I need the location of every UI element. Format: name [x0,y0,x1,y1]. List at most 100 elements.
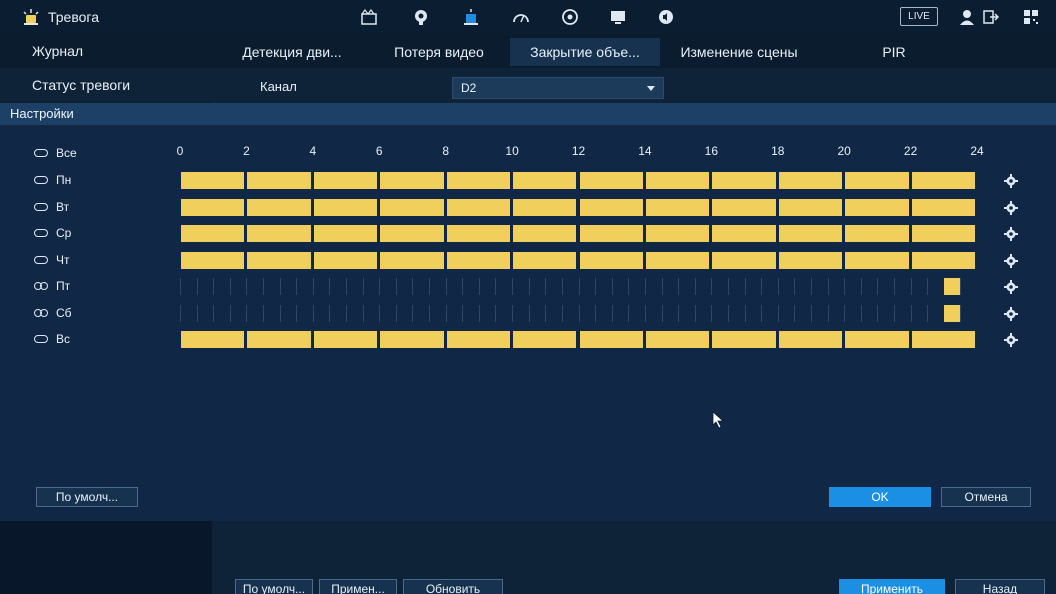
schedule-segment[interactable] [845,251,909,269]
schedule-segment[interactable] [380,331,444,348]
tab-motion-detection[interactable]: Детекция дви... [216,38,368,66]
schedule-slot-empty[interactable] [478,304,496,322]
schedule-segment[interactable] [446,198,511,216]
schedule-slot-empty[interactable] [644,304,662,322]
schedule-slot-empty[interactable] [694,278,712,295]
schedule-track[interactable] [180,198,977,216]
schedule-segment[interactable] [778,172,843,189]
schedule-track[interactable] [180,172,977,189]
gear-icon[interactable] [1004,174,1018,188]
ok-button[interactable]: OK [829,487,931,507]
schedule-segment[interactable] [181,225,245,242]
schedule-slot-empty[interactable] [678,304,695,322]
schedule-slot-empty[interactable] [595,278,612,295]
schedule-segment[interactable] [247,225,311,242]
schedule-slot-empty[interactable] [395,304,413,322]
schedule-slot-empty[interactable] [196,278,214,295]
schedule-segment[interactable] [380,251,444,269]
schedule-segment[interactable] [513,198,577,216]
schedule-track[interactable] [180,304,977,322]
schedule-segment[interactable] [513,225,577,242]
schedule-segment[interactable] [712,251,776,269]
schedule-segment[interactable] [778,251,843,269]
schedule-slot-empty[interactable] [512,304,529,322]
schedule-slot-empty[interactable] [744,304,762,322]
schedule-track[interactable] [180,278,977,295]
day-toggle[interactable]: Пн [34,173,71,187]
schedule-track[interactable] [180,251,977,269]
schedule-segment[interactable] [513,172,577,189]
gear-icon[interactable] [1004,253,1018,268]
schedule-slot-empty[interactable] [528,304,546,322]
tab-scene-change[interactable]: Изменение сцены [662,38,816,66]
schedule-slot-empty[interactable] [711,278,728,295]
schedule-slot-empty[interactable] [462,278,479,295]
tab-video-loss[interactable]: Потеря видео [372,38,506,66]
schedule-segment[interactable] [845,198,909,216]
day-toggle[interactable]: Ср [34,226,71,240]
schedule-slot-empty[interactable] [379,278,396,295]
live-button[interactable]: LIVE [900,7,938,26]
schedule-segment[interactable] [579,251,643,269]
schedule-slot-empty[interactable] [279,304,297,322]
schedule-slot-empty[interactable] [761,278,778,295]
day-toggle[interactable]: Чт [34,253,70,267]
schedule-slot-empty[interactable] [362,304,380,322]
gear-icon[interactable] [1004,306,1018,321]
schedule-segment[interactable] [712,198,776,216]
schedule-slot-empty[interactable] [960,278,977,295]
schedule-segment[interactable] [845,172,909,189]
schedule-slot-empty[interactable] [595,304,612,322]
alarm-icon[interactable] [460,6,482,28]
schedule-segment[interactable] [247,198,311,216]
schedule-slot-empty[interactable] [296,304,313,322]
schedule-segment[interactable] [181,198,245,216]
schedule-segment[interactable] [247,172,311,189]
tab-tampering[interactable]: Закрытие объе... [510,38,660,66]
schedule-slot-empty[interactable] [528,278,546,295]
schedule-segment[interactable] [579,198,643,216]
schedule-slot-empty[interactable] [844,304,861,322]
schedule-segment[interactable] [181,172,245,189]
schedule-segment[interactable] [513,251,577,269]
schedule-segment[interactable] [579,331,643,348]
camera-clapper-icon[interactable] [358,6,380,28]
schedule-segment[interactable] [313,198,378,216]
schedule-slot-empty[interactable] [777,278,795,295]
schedule-segment[interactable] [247,331,311,348]
ai-head-icon[interactable] [410,6,432,28]
schedule-segment[interactable] [181,331,245,348]
schedule-slot-empty[interactable] [810,278,828,295]
schedule-slot-empty[interactable] [180,278,197,295]
schedule-slot-empty[interactable] [329,278,346,295]
schedule-slot-empty[interactable] [628,278,645,295]
schedule-slot-empty[interactable] [844,278,861,295]
monitor-icon[interactable] [607,6,629,28]
schedule-slot-empty[interactable] [246,304,263,322]
schedule-slot-empty[interactable] [628,304,645,322]
schedule-slot-empty[interactable] [213,304,230,322]
schedule-segment[interactable] [380,225,444,242]
schedule-segment[interactable] [579,172,643,189]
schedule-track[interactable] [180,225,977,242]
schedule-slot-empty[interactable] [960,304,977,322]
schedule-slot-empty[interactable] [296,278,313,295]
schedule-slot-empty[interactable] [727,278,745,295]
disk-icon[interactable] [559,6,581,28]
sidebar-item-journal[interactable]: Журнал [0,34,212,68]
footer-apply-short-button[interactable]: Примен... [319,579,397,594]
schedule-segment[interactable] [579,225,643,242]
schedule-slot-empty[interactable] [893,278,911,295]
schedule-slot-empty[interactable] [877,304,894,322]
schedule-slot-empty[interactable] [312,278,330,295]
default-button[interactable]: По умолч... [36,487,138,507]
schedule-segment[interactable] [911,172,975,189]
schedule-slot-empty[interactable] [180,304,197,322]
schedule-segment[interactable] [313,251,378,269]
schedule-slot-empty[interactable] [827,278,845,295]
schedule-segment[interactable] [645,225,710,242]
schedule-slot-empty[interactable] [644,278,662,295]
schedule-segment[interactable] [513,331,577,348]
gear-icon[interactable] [1004,333,1018,347]
schedule-slot-empty[interactable] [578,304,596,322]
